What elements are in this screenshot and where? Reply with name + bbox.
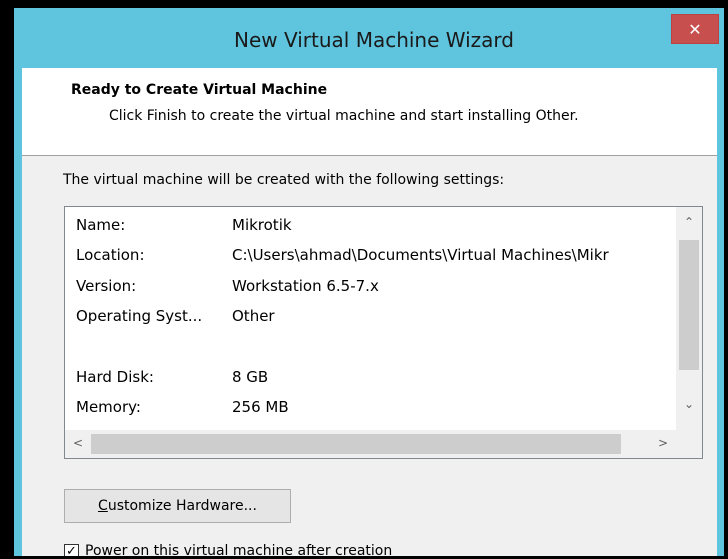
setting-value: Mikrotik: [232, 216, 292, 234]
setting-key: Hard Disk:: [76, 368, 154, 386]
vertical-scrollbar[interactable]: ⌃ ⌄: [676, 207, 702, 430]
power-on-checkbox[interactable]: ✓: [64, 544, 79, 559]
checkmark-icon: ✓: [66, 544, 77, 559]
settings-intro: The virtual machine will be created with…: [63, 172, 505, 188]
customize-hardware-label: ustomize Hardware...: [107, 498, 257, 514]
title-bar[interactable]: New Virtual Machine Wizard ✕: [14, 8, 724, 68]
setting-value: Workstation 6.5-7.x: [232, 277, 379, 295]
scroll-right-icon[interactable]: >: [650, 436, 676, 450]
window-title: New Virtual Machine Wizard: [234, 28, 514, 52]
setting-value: Other: [232, 307, 275, 325]
setting-key: Name:: [76, 216, 126, 234]
horizontal-scrollbar[interactable]: < >: [65, 430, 676, 458]
setting-key: Version:: [76, 277, 137, 295]
settings-list[interactable]: Name: Mikrotik Location: C:\Users\ahmad\…: [64, 206, 703, 459]
window-border-right: [717, 68, 724, 556]
window-border-left: [14, 68, 22, 556]
dialog-body: Ready to Create Virtual Machine Click Fi…: [22, 68, 717, 559]
customize-hardware-accesskey: C: [98, 498, 108, 514]
wizard-window: New Virtual Machine Wizard ✕ Ready to Cr…: [0, 0, 728, 559]
page-title: Ready to Create Virtual Machine: [71, 82, 328, 98]
setting-key: Location:: [76, 246, 145, 264]
power-on-label: Power on this virtual machine after crea…: [85, 543, 393, 559]
customize-hardware-button[interactable]: Customize Hardware...: [64, 489, 291, 523]
close-icon: ✕: [688, 19, 702, 39]
scrollbar-corner: [676, 430, 702, 458]
setting-value: 256 MB: [232, 398, 289, 416]
scroll-left-icon[interactable]: <: [65, 436, 91, 450]
horizontal-scroll-thumb[interactable]: [91, 434, 621, 454]
setting-key: Memory:: [76, 398, 141, 416]
vertical-scroll-thumb[interactable]: [679, 240, 699, 370]
page-subtitle: Click Finish to create the virtual machi…: [109, 108, 579, 124]
close-button[interactable]: ✕: [671, 14, 719, 44]
setting-value: C:\Users\ahmad\Documents\Virtual Machine…: [232, 246, 609, 264]
scroll-down-icon[interactable]: ⌄: [676, 397, 702, 411]
setting-key: Operating Syst...: [76, 307, 203, 325]
scroll-up-icon[interactable]: ⌃: [676, 215, 702, 229]
setting-value: 8 GB: [232, 368, 269, 386]
header-panel: Ready to Create Virtual Machine Click Fi…: [22, 68, 717, 156]
